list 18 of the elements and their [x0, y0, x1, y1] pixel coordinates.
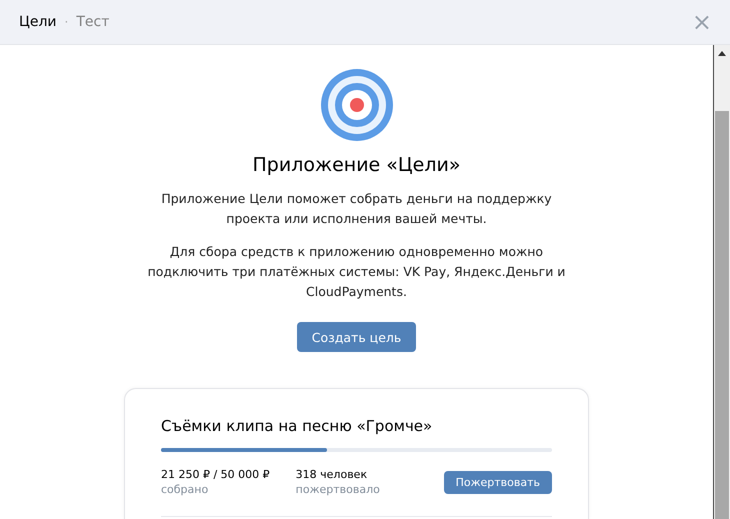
stat-value: 21 250 ₽ / 50 000 ₽: [161, 468, 270, 481]
donate-button[interactable]: Пожертвовать: [444, 470, 552, 494]
app-title: Приложение «Цели»: [252, 154, 460, 176]
close-button[interactable]: ×: [692, 10, 712, 34]
description-text: Для сбора средств к приложению одновременно можно подключить три платёжных системы: VK Pay, Яндекс.Деньги и CloudPayments.: [146, 243, 566, 301]
scrollbar-thumb[interactable]: [715, 111, 729, 519]
target-icon: [320, 69, 392, 141]
create-goal-button[interactable]: Создать цель: [296, 322, 416, 352]
breadcrumb-tab[interactable]: Тест: [76, 14, 110, 30]
breadcrumb-tab[interactable]: Цели: [19, 14, 57, 30]
stat-value: 318 человек: [296, 468, 368, 481]
description-text: Приложение Цели поможет собрать деньги на поддержку проекта или исполнения вашей мечты.: [160, 190, 553, 228]
goal-title: Съёмки клипа на песню «Громче»: [161, 417, 434, 435]
stat-label: собрано: [161, 483, 210, 496]
scrollbar[interactable]: [713, 45, 730, 519]
breadcrumb-separator: ·: [64, 15, 68, 29]
scroll-up-icon[interactable]: [718, 51, 726, 56]
stat-label: пожертвовало: [296, 483, 380, 496]
